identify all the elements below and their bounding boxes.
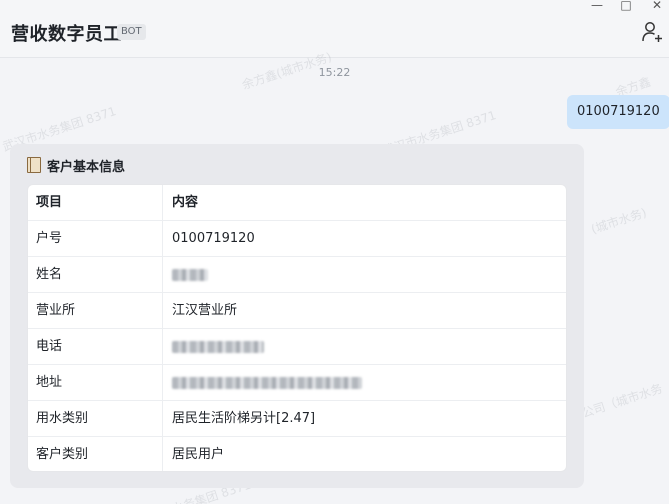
- card-title-text: 客户基本信息: [47, 159, 126, 175]
- row-label: 姓名: [28, 257, 163, 292]
- row-value: 居民生活阶梯另计[2.47]: [172, 411, 316, 426]
- row-label: 营业所: [28, 293, 163, 328]
- card-title: 客户基本信息: [27, 157, 126, 175]
- watermark: 公司（城市水务: [580, 381, 665, 421]
- table-row: 营业所 江汉营业所: [28, 293, 566, 329]
- add-person-icon: [642, 22, 662, 42]
- header-item: 项目: [28, 185, 163, 220]
- table-row: 户号 0100719120: [28, 221, 566, 257]
- row-label: 客户类别: [28, 437, 163, 471]
- bot-badge: BOT: [117, 24, 146, 40]
- close-button[interactable]: ✕: [645, 0, 669, 12]
- ledger-book-icon: [27, 157, 41, 173]
- redaction-blur: [172, 269, 208, 281]
- table-row: 客户类别 居民用户: [28, 437, 566, 471]
- chat-header: 营收数字员工 BOT — □ ✕: [0, 0, 669, 58]
- table-header-row: 项目 内容: [28, 185, 566, 221]
- maximize-button[interactable]: □: [614, 0, 638, 12]
- row-label: 电话: [28, 329, 163, 364]
- redaction-blur: [172, 341, 264, 353]
- row-value-redacted: [163, 257, 566, 292]
- row-label: 户号: [28, 221, 163, 256]
- row-value: 居民用户: [172, 447, 225, 462]
- customer-info-table: 项目 内容 户号 0100719120 姓名 营业所 江汉营业所 电话 地址 用…: [27, 184, 567, 472]
- chat-title: 营收数字员工: [11, 24, 122, 45]
- add-member-button[interactable]: [641, 21, 665, 43]
- message-timestamp: 15:22: [318, 66, 351, 79]
- header-content: 内容: [172, 195, 199, 210]
- row-label: 用水类别: [28, 401, 163, 436]
- row-value: 0100719120: [172, 231, 255, 246]
- table-row: 地址: [28, 365, 566, 401]
- table-row: 姓名: [28, 257, 566, 293]
- row-label: 地址: [28, 365, 163, 400]
- row-value-redacted: [163, 329, 566, 364]
- table-row: 用水类别 居民生活阶梯另计[2.47]: [28, 401, 566, 437]
- row-value-redacted: [163, 365, 566, 400]
- table-row: 电话: [28, 329, 566, 365]
- redaction-blur: [172, 377, 362, 389]
- customer-info-card: 客户基本信息 项目 内容 户号 0100719120 姓名 营业所 江汉营业所 …: [10, 144, 584, 488]
- user-message-bubble[interactable]: 0100719120: [567, 95, 669, 129]
- row-value: 江汉营业所: [172, 303, 238, 318]
- watermark: (城市水务): [589, 205, 649, 237]
- minimize-button[interactable]: —: [585, 0, 609, 12]
